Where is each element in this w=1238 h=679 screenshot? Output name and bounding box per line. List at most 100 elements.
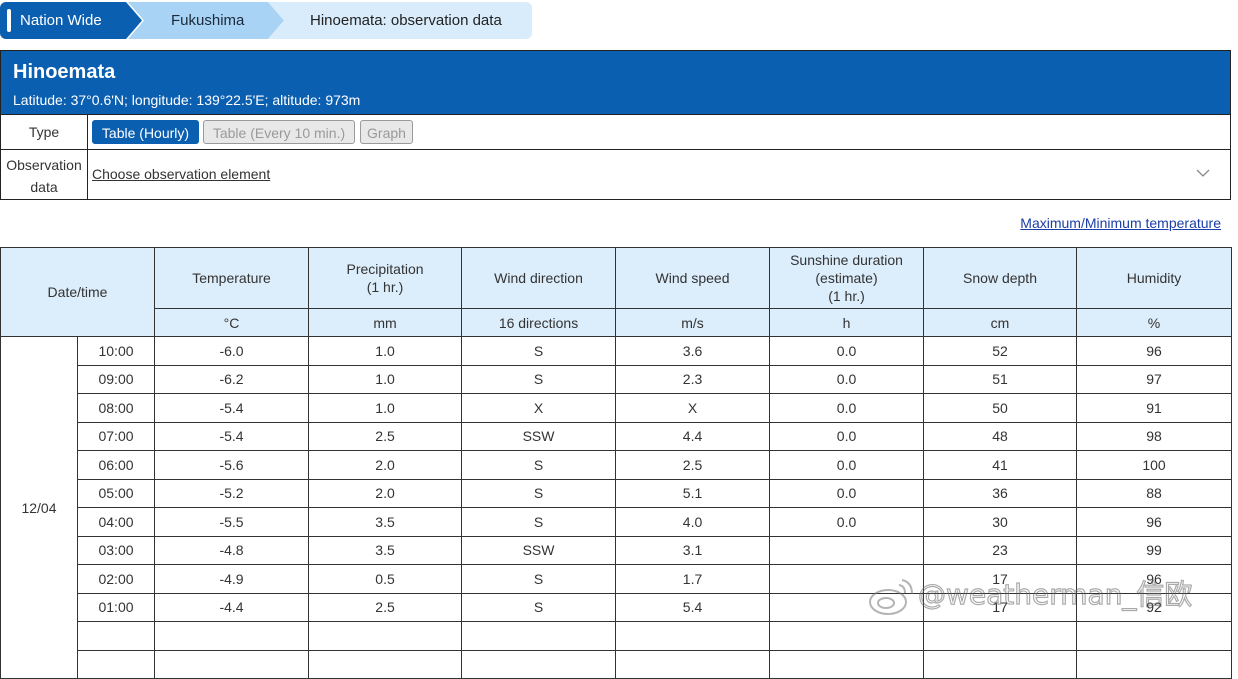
sun-cell: 0.0 [769,364,925,394]
empty-cell [923,621,1078,651]
table-10min-button[interactable]: Table (Every 10 min.) [203,120,355,144]
graph-button[interactable]: Graph [360,120,413,144]
table-row: 01:00 -4.4 2.5 S 5.4 17 92 [1,592,1233,622]
datetime-header: Date/time [0,247,156,337]
hum-cell: 96 [1076,336,1233,366]
table-row: 07:00 -5.4 2.5 SSW 4.4 0.0 48 98 [1,421,1233,451]
hum-cell: 96 [1076,507,1233,537]
snow-cell: 51 [923,364,1078,394]
time-cell: 06:00 [76,450,156,480]
wspeed-cell: 1.7 [615,564,771,594]
type-label: Type [28,124,60,140]
empty-cell [154,621,310,651]
breadcrumb-nation-wide[interactable]: Nation Wide [0,2,142,39]
table-row: 12/04 10:00 -6.0 1.0 S 3.6 0.0 52 96 [0,336,1233,679]
temp-cell: -5.4 [154,393,310,423]
wdir-cell: S [461,336,617,366]
empty-cell [461,649,617,679]
sun-cell: 0.0 [769,336,925,366]
unit-header: mm [308,308,463,337]
snow-cell: 41 [923,450,1078,480]
temp-cell: -6.0 [154,336,310,366]
max-min-temperature-link[interactable]: Maximum/Minimum temperature [1020,215,1221,231]
snow-cell: 50 [923,393,1078,423]
unit-header: m/s [615,308,771,337]
hum-cell: 97 [1076,364,1233,394]
wspeed-cell: 3.6 [615,336,771,366]
wdir-cell: S [461,592,617,622]
snow-cell: 17 [923,564,1078,594]
table-hourly-button[interactable]: Table (Hourly) [92,120,199,144]
time-cell: 04:00 [76,507,156,537]
table-row: 03:00 -4.8 3.5 SSW 3.1 23 99 [1,535,1233,565]
breadcrumb-label: Nation Wide [20,12,102,29]
unit-header: h [769,308,925,337]
column-header: Sunshine duration (estimate) (1 hr.) [769,247,925,309]
snow-cell: 36 [923,478,1078,508]
table-row-offscreen [1,621,1233,651]
hum-cell: 99 [1076,535,1233,565]
column-header: Snow depth [923,247,1078,309]
wdir-cell: SSW [461,535,617,565]
empty-cell [615,621,771,651]
table-row-offscreen [1,649,1233,679]
station-name: Hinoemata [13,61,116,83]
precip-cell: 2.5 [308,421,463,451]
sun-cell: 0.0 [769,450,925,480]
snow-cell: 52 [923,336,1078,366]
observation-data-row[interactable]: Observation data Choose observation elem… [1,149,1230,200]
temp-cell: -5.2 [154,478,310,508]
empty-cell [76,621,156,651]
hum-cell: 92 [1076,592,1233,622]
hum-cell: 96 [1076,564,1233,594]
temp-cell: -4.8 [154,535,310,565]
temp-cell: -4.4 [154,592,310,622]
empty-cell [923,649,1078,679]
chevron-down-icon[interactable] [1196,166,1210,180]
hum-cell: 88 [1076,478,1233,508]
empty-cell [308,649,463,679]
wspeed-cell: 3.1 [615,535,771,565]
wspeed-cell: 2.5 [615,450,771,480]
time-cell: 02:00 [76,564,156,594]
empty-cell [769,621,925,651]
precip-cell: 1.0 [308,364,463,394]
column-header: Wind direction [461,247,617,309]
time-cell: 01:00 [76,592,156,622]
hum-cell: 98 [1076,421,1233,451]
empty-cell [154,649,310,679]
time-cell: 09:00 [76,364,156,394]
unit-header: 16 directions [461,308,617,337]
temp-cell: -5.6 [154,450,310,480]
table-row: 06:00 -5.6 2.0 S 2.5 0.0 41 100 [1,450,1233,480]
empty-cell [308,621,463,651]
snow-cell: 48 [923,421,1078,451]
type-label-cell: Type [1,115,88,150]
sun-cell: 0.0 [769,421,925,451]
empty-cell [76,649,156,679]
sun-cell [769,564,925,594]
station-coordinates: Latitude: 37°0.6'N; longitude: 139°22.5'… [13,92,361,108]
breadcrumb-fukushima[interactable]: Fukushima [128,2,284,39]
breadcrumb: Nation Wide Fukushima Hinoemata: observa… [0,2,540,39]
snow-cell: 17 [923,592,1078,622]
snow-cell: 23 [923,535,1078,565]
wdir-cell: SSW [461,421,617,451]
observation-label-cell: Observation data [1,150,88,200]
choose-observation-element[interactable]: Choose observation element [92,166,270,182]
precip-cell: 3.5 [308,507,463,537]
table-row: 05:00 -5.2 2.0 S 5.1 0.0 36 88 [1,478,1233,508]
precip-cell: 3.5 [308,535,463,565]
breadcrumb-label: Hinoemata: observation data [310,12,502,29]
wspeed-cell: 5.1 [615,478,771,508]
unit-header: cm [923,308,1078,337]
table-body: 12/04 10:00 -6.0 1.0 S 3.6 0.0 52 96 09:00 -6.2 1.0… [0,336,1233,679]
wspeed-cell: X [615,393,771,423]
empty-cell [615,649,771,679]
precip-cell: 2.5 [308,592,463,622]
temp-cell: -5.5 [154,507,310,537]
time-cell: 07:00 [76,421,156,451]
empty-cell [769,649,925,679]
table-header-row: Date/time Temperature Precipitation (1 h… [0,247,1233,337]
column-header: Humidity [1076,247,1233,309]
